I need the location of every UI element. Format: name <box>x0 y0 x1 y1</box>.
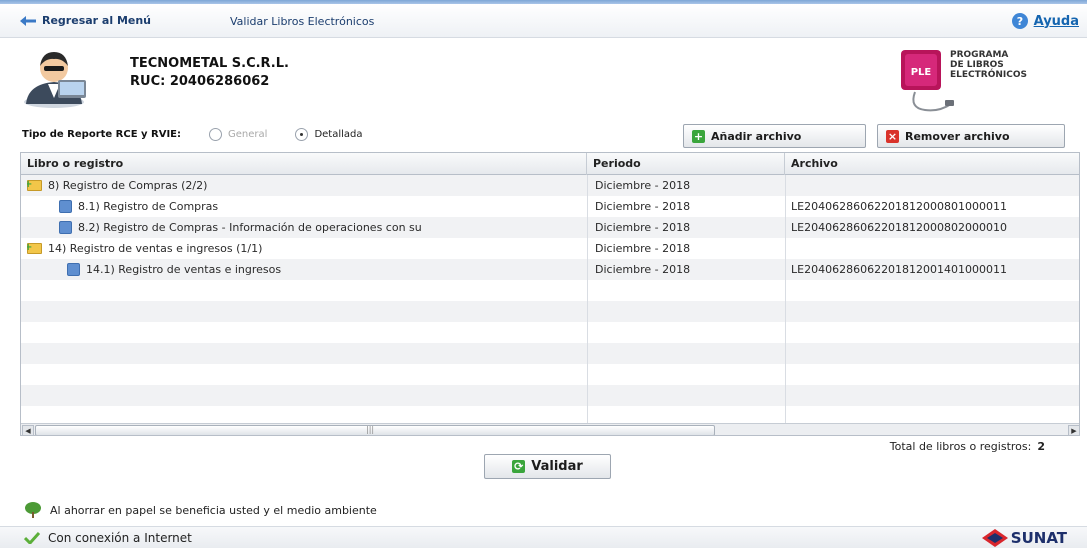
top-navbar: Regresar al Menú Validar Libros Electrón… <box>0 4 1087 38</box>
help-icon: ? <box>1011 13 1028 29</box>
row-periodo-cell: Diciembre - 2018 <box>595 179 691 192</box>
total-label: Total de libros o registros: <box>889 440 1032 453</box>
column-header-libro[interactable]: Libro o registro <box>21 153 587 175</box>
radio-detallada-circle[interactable] <box>295 128 309 141</box>
row-archivo-cell: LE20406286062201812000801000011 <box>791 200 1008 213</box>
folder-icon <box>27 238 42 258</box>
radio-detallada[interactable]: Detallada <box>295 128 363 141</box>
row-periodo-cell: Diciembre - 2018 <box>595 221 691 234</box>
table-row[interactable]: 14.1) Registro de ventas e ingresos Dici… <box>21 259 1079 280</box>
eco-message-text: Al ahorrar en papel se beneficia usted y… <box>50 503 377 517</box>
document-icon <box>67 263 80 276</box>
total-value: 2 <box>1037 440 1045 453</box>
back-to-menu-link[interactable]: Regresar al Menú <box>20 14 151 27</box>
add-file-label: Añadir archivo <box>711 129 802 143</box>
empty-row <box>21 406 1079 423</box>
validate-button[interactable]: ⟳ Validar <box>484 454 611 479</box>
row-archivo-cell: LE20406286062201812000802000010 <box>791 221 1008 234</box>
total-records: Total de libros o registros: 2 <box>890 440 1045 453</box>
check-icon <box>24 532 40 544</box>
empty-row <box>21 280 1079 301</box>
sunat-diamond-icon <box>981 529 1008 547</box>
status-bar: Con conexión a Internet SUNAT <box>0 526 1087 548</box>
ple-logo: PLE PROGRAMA DE LIBROS ELECTRÓNICOS <box>895 44 1080 122</box>
ple-logo-line-1: PROGRAMA <box>950 50 1009 60</box>
grip-icon: ||| <box>366 425 375 434</box>
connection-status-text: Con conexión a Internet <box>48 531 192 545</box>
row-archivo-cell <box>791 175 1079 196</box>
empty-row <box>21 343 1079 364</box>
ple-logo-line-3: ELECTRÓNICOS <box>950 70 1027 80</box>
row-libro-text: 14.1) Registro de ventas e ingresos <box>86 263 282 276</box>
row-periodo-cell: Diciembre - 2018 <box>595 200 691 213</box>
row-libro-text: 8.2) Registro de Compras - Información d… <box>78 221 422 234</box>
report-type-selector: Tipo de Reporte RCE y RVIE: General Deta… <box>22 128 363 141</box>
column-header-periodo[interactable]: Periodo <box>587 153 785 175</box>
row-libro-cell: 8.2) Registro de Compras - Información d… <box>27 217 587 238</box>
add-file-button[interactable]: + Añadir archivo <box>683 124 866 148</box>
tree-icon <box>25 502 41 518</box>
scrollbar-thumb[interactable]: ||| <box>35 425 715 435</box>
row-archivo-cell <box>791 238 1079 259</box>
row-archivo-cell: LE20406286062201812001401000011 <box>791 263 1008 276</box>
empty-row <box>21 322 1079 343</box>
row-periodo-cell: Diciembre - 2018 <box>595 242 691 255</box>
empty-row <box>21 364 1079 385</box>
empty-row <box>21 385 1079 406</box>
table-row[interactable]: 8.1) Registro de Compras Diciembre - 201… <box>21 196 1079 217</box>
company-ruc: RUC: 20406286062 <box>130 74 270 89</box>
scroll-right-icon[interactable]: ▶ <box>1068 425 1079 435</box>
report-type-label: Tipo de Reporte RCE y RVIE: <box>22 129 182 140</box>
svg-text:?: ? <box>1016 15 1022 28</box>
plus-icon: + <box>692 129 705 143</box>
table-row[interactable]: 8) Registro de Compras (2/2) Diciembre -… <box>21 175 1079 196</box>
row-libro-text: 14) Registro de ventas e ingresos (1/1) <box>48 242 263 255</box>
row-libro-cell: 8.1) Registro de Compras <box>27 196 587 217</box>
sunat-logo: SUNAT <box>981 529 1067 547</box>
company-name: TECNOMETAL S.C.R.L. <box>130 56 289 71</box>
radio-general[interactable]: General <box>209 128 267 141</box>
back-to-menu-label: Regresar al Menú <box>42 14 152 27</box>
refresh-icon: ⟳ <box>512 460 526 473</box>
horizontal-scrollbar[interactable]: ◀ ||| ▶ <box>21 423 1079 435</box>
help-link[interactable]: ? Ayuda <box>1011 12 1079 30</box>
row-libro-cell: 14) Registro de ventas e ingresos (1/1) <box>27 238 587 259</box>
column-divider <box>785 175 786 423</box>
ple-badge-text: PLE <box>911 67 932 78</box>
ple-logo-text: PROGRAMA DE LIBROS ELECTRÓNICOS <box>950 50 1027 80</box>
document-icon <box>59 200 72 213</box>
folder-icon <box>27 175 42 195</box>
row-periodo-cell: Diciembre - 2018 <box>595 263 691 276</box>
help-label: Ayuda <box>1033 13 1079 29</box>
company-header: TECNOMETAL S.C.R.L. RUC: 20406286062 <box>18 44 618 114</box>
column-header-archivo[interactable]: Archivo <box>785 153 1079 175</box>
table-row[interactable]: 8.2) Registro de Compras - Información d… <box>21 217 1079 238</box>
document-icon <box>59 221 72 234</box>
empty-row <box>21 301 1079 322</box>
close-icon: × <box>886 129 899 143</box>
scroll-left-icon[interactable]: ◀ <box>22 425 34 435</box>
ple-book-icon: PLE <box>901 50 954 112</box>
validate-label: Validar <box>531 459 583 474</box>
grid-header: Libro o registro Periodo Archivo <box>21 153 1079 175</box>
row-libro-text: 8) Registro de Compras (2/2) <box>48 179 208 192</box>
table-row[interactable]: 14) Registro de ventas e ingresos (1/1) … <box>21 238 1079 259</box>
connection-status: Con conexión a Internet <box>24 531 192 545</box>
radio-general-label: General <box>228 129 268 140</box>
row-libro-cell: 14.1) Registro de ventas e ingresos <box>27 259 587 280</box>
column-divider <box>587 175 588 423</box>
row-libro-text: 8.1) Registro de Compras <box>78 200 219 213</box>
user-avatar-icon <box>24 52 86 108</box>
current-page-title: Validar Libros Electrónicos <box>230 15 375 28</box>
ple-logo-line-2: DE LIBROS <box>950 60 1004 70</box>
radio-general-circle[interactable] <box>209 128 223 141</box>
radio-detallada-label: Detallada <box>314 129 363 140</box>
sunat-logo-text: SUNAT <box>1010 529 1067 547</box>
books-grid: Libro o registro Periodo Archivo 8) Regi… <box>20 152 1080 436</box>
arrow-left-icon <box>20 15 36 26</box>
remove-file-button[interactable]: × Remover archivo <box>877 124 1065 148</box>
remove-file-label: Remover archivo <box>905 129 1010 143</box>
row-libro-cell: 8) Registro de Compras (2/2) <box>27 175 587 196</box>
eco-message: Al ahorrar en papel se beneficia usted y… <box>24 502 377 518</box>
